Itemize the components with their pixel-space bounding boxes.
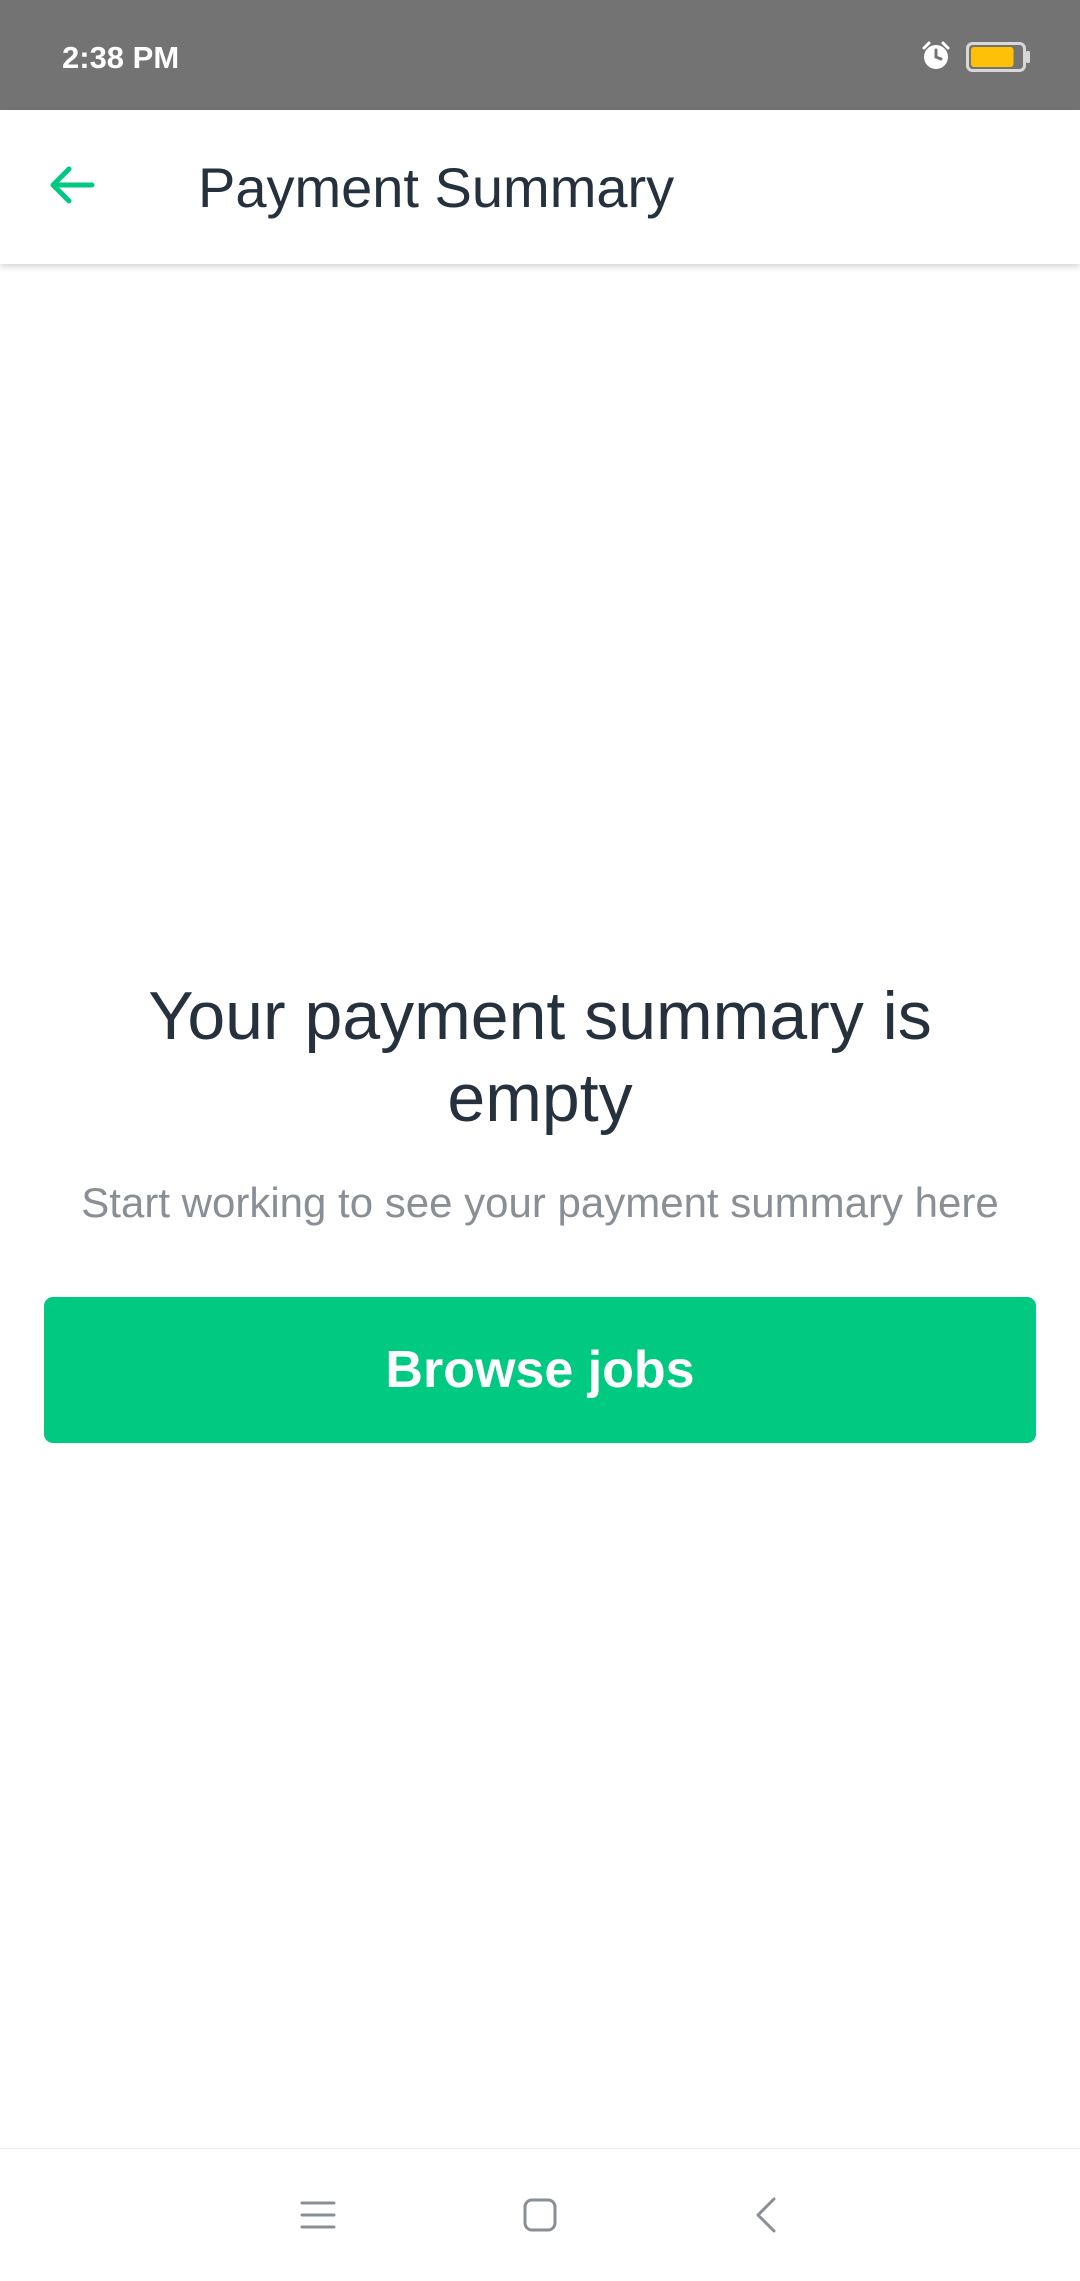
battery-icon [966,42,1032,72]
system-nav-bar [0,2148,1080,2281]
home-icon [522,2197,558,2238]
status-bar: 2:38 PM [0,0,1080,110]
back-button[interactable] [30,145,114,229]
nav-home-button[interactable] [500,2177,580,2257]
empty-state-subtitle: Start working to see your payment summar… [81,1179,999,1226]
nav-back-button[interactable] [726,2177,806,2257]
arrow-left-icon [47,160,97,215]
status-time: 2:38 PM [62,40,180,75]
nav-menu-button[interactable] [278,2177,358,2257]
alarm-icon [920,40,952,72]
back-icon [754,2196,778,2239]
empty-state-title: Your payment summary is empty [148,978,932,1136]
app-bar: Payment Summary [0,110,1080,264]
menu-icon [300,2200,336,2235]
browse-jobs-button[interactable]: Browse jobs [44,1297,1036,1443]
browse-jobs-label: Browse jobs [385,1341,695,1399]
page-title: Payment Summary [198,156,675,219]
